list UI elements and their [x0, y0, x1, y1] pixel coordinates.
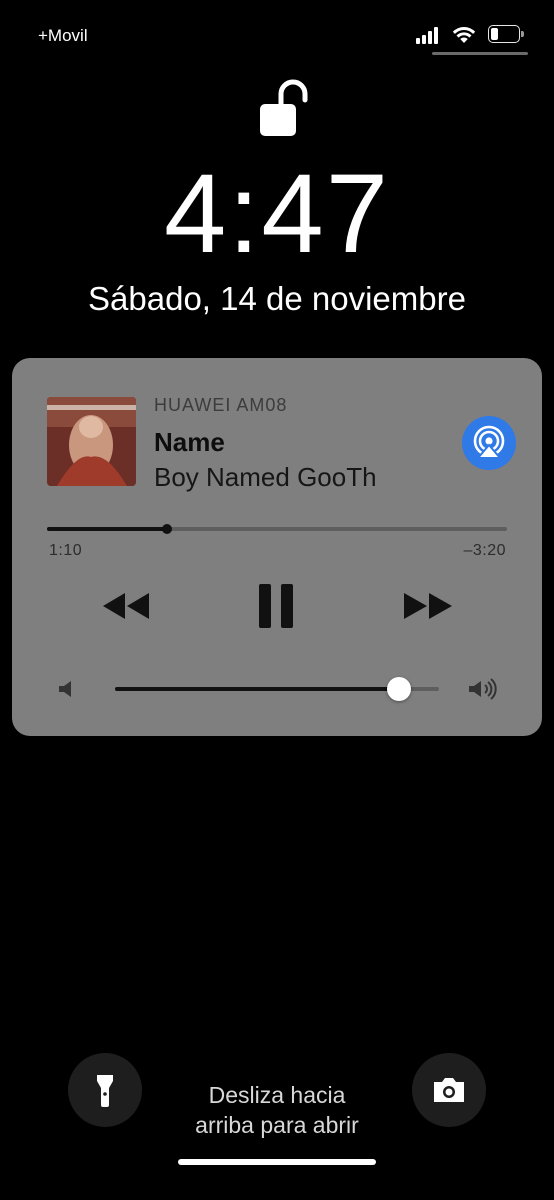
album-art[interactable] — [47, 397, 136, 486]
camera-button[interactable] — [412, 1053, 486, 1127]
battery-icon — [488, 25, 526, 43]
swipe-hint-line1: Desliza hacia — [208, 1082, 346, 1108]
status-icons — [416, 22, 532, 48]
output-device-name: HUAWEI AM08 — [154, 395, 288, 415]
track-subtitle: Boy Named Goo — [154, 462, 347, 492]
volume-slider[interactable] — [115, 677, 439, 701]
airplay-icon — [473, 425, 505, 459]
playback-scrubber[interactable] — [47, 524, 507, 534]
remaining-time: –3:20 — [463, 542, 506, 559]
volume-low-icon — [59, 681, 71, 697]
rewind-icon[interactable] — [99, 584, 153, 628]
control-center-indicator[interactable] — [432, 52, 528, 55]
elapsed-time: 1:10 — [49, 542, 83, 559]
camera-icon — [434, 1078, 464, 1102]
swipe-hint-line2: arriba para abrir — [195, 1112, 359, 1138]
volume-knob[interactable] — [386, 677, 411, 701]
flashlight-icon — [97, 1075, 113, 1107]
wifi-icon — [452, 27, 476, 43]
swipe-up-hint: Desliza hacia arriba para abrir — [150, 1080, 404, 1140]
flashlight-button[interactable] — [68, 1053, 142, 1127]
now-playing-widget[interactable]: HUAWEI AM08 Name Boy Named GooTh 1:10 –3… — [12, 358, 542, 736]
pause-icon[interactable] — [257, 584, 295, 628]
track-title: Name — [154, 427, 225, 457]
lock-screen-date: Sábado, 14 de noviembre — [88, 280, 466, 317]
lock-screen-time: 4:47 — [164, 151, 390, 276]
unlocked-padlock-icon — [260, 79, 308, 136]
scrubber-knob[interactable] — [161, 524, 172, 534]
fast-forward-icon[interactable] — [400, 584, 456, 628]
volume-high-icon — [469, 678, 497, 700]
track-subtitle-marquee: Boy Named GooTh — [154, 462, 444, 496]
home-indicator[interactable] — [178, 1159, 376, 1165]
carrier-label: +Movil — [38, 26, 88, 45]
track-subtitle-next: Th — [346, 462, 377, 492]
cellular-signal-icon — [416, 26, 440, 44]
airplay-button[interactable] — [462, 416, 516, 470]
